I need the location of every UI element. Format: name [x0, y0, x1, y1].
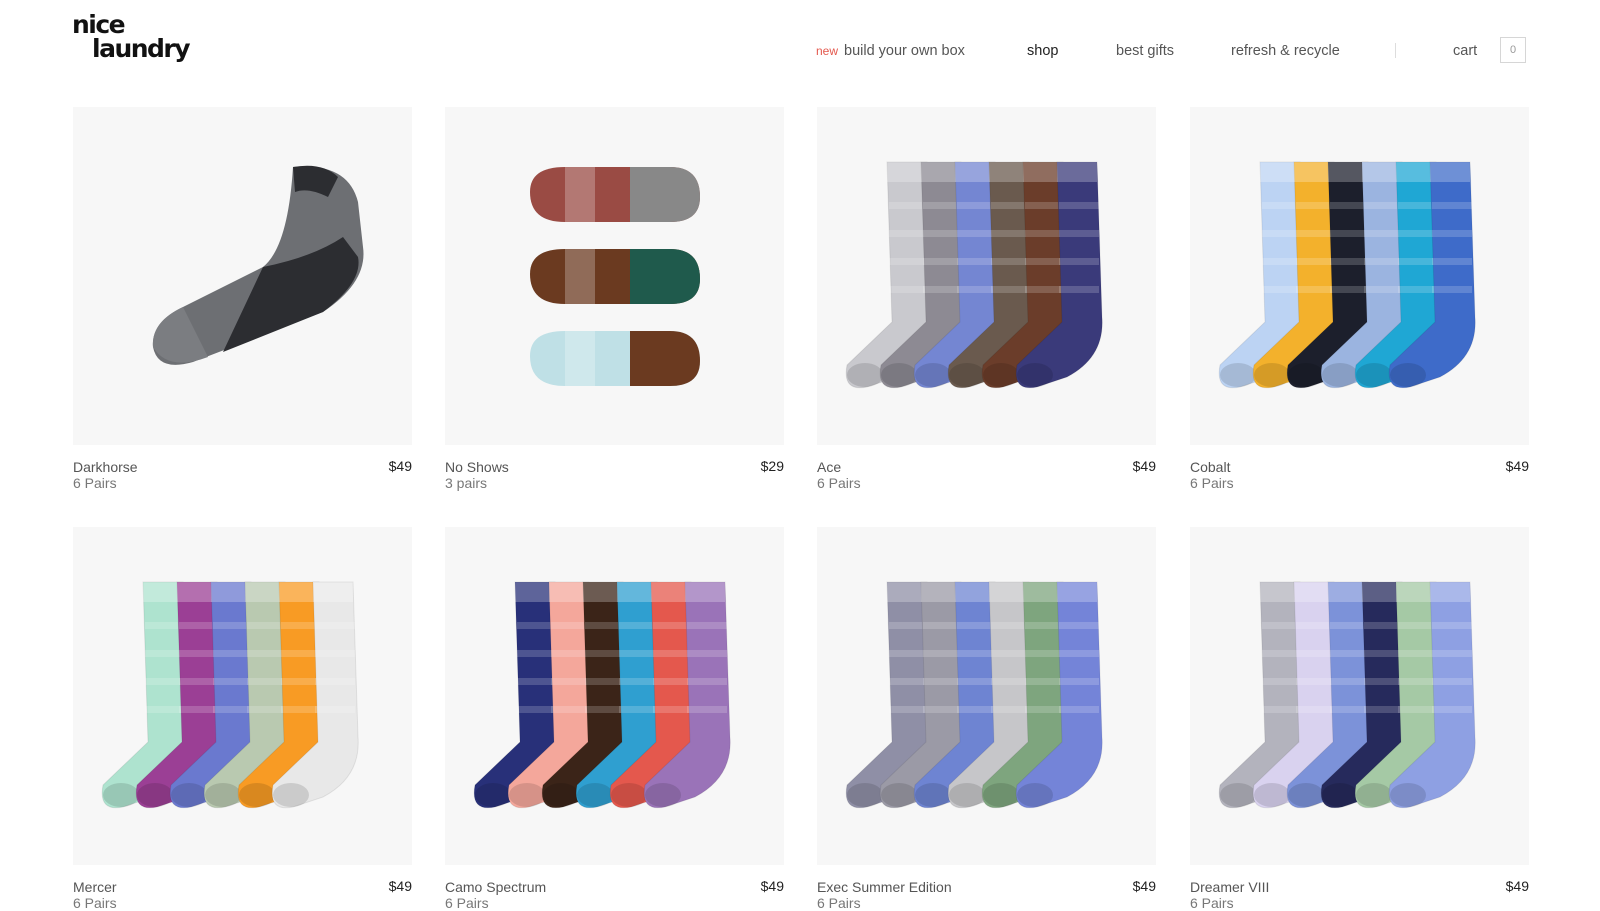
product-card[interactable]: Camo Spectrum 6 Pairs $49 [445, 527, 784, 911]
product-price: $49 [1505, 878, 1529, 894]
product-image[interactable] [1190, 107, 1529, 445]
product-price: $49 [388, 458, 412, 474]
product-card[interactable]: Dreamer VIII 6 Pairs $49 [1190, 527, 1529, 911]
product-name[interactable]: Ace [817, 459, 841, 475]
product-image[interactable] [73, 107, 412, 445]
product-name[interactable]: Exec Summer Edition [817, 879, 952, 895]
sock-illustration [845, 581, 1103, 809]
product-price: $49 [760, 878, 784, 894]
product-price: $29 [760, 458, 784, 474]
product-card[interactable]: Mercer 6 Pairs $49 [73, 527, 412, 911]
product-price: $49 [1132, 878, 1156, 894]
product-name[interactable]: No Shows [445, 459, 509, 475]
logo-line-2: laundry [92, 34, 191, 63]
product-name[interactable]: Mercer [73, 879, 117, 895]
brand-logo[interactable]: nice laundry [72, 12, 191, 63]
sock-illustration [845, 161, 1103, 389]
product-pairs: 6 Pairs [817, 895, 861, 911]
product-name[interactable]: Dreamer VIII [1190, 879, 1269, 895]
sock-shape [152, 165, 364, 365]
nav-build-box-label: build your own box [844, 43, 965, 59]
product-pairs: 6 Pairs [817, 475, 861, 491]
site-header: nice laundry new build your own box shop … [0, 0, 1600, 100]
sock-illustration [152, 165, 364, 365]
nav-build-your-own-box[interactable]: new build your own box [816, 41, 965, 61]
sock-shape [530, 331, 700, 386]
product-card[interactable]: Cobalt 6 Pairs $49 [1190, 107, 1529, 491]
product-pairs: 6 Pairs [73, 475, 117, 491]
product-image[interactable] [1190, 527, 1529, 865]
product-image[interactable] [445, 527, 784, 865]
product-pairs: 6 Pairs [1190, 475, 1234, 491]
product-image[interactable] [817, 107, 1156, 445]
new-badge: new [816, 44, 839, 58]
product-price: $49 [1505, 458, 1529, 474]
product-pairs: 6 Pairs [73, 895, 117, 911]
product-card[interactable]: Darkhorse 6 Pairs $49 [73, 107, 412, 491]
product-price: $49 [1132, 458, 1156, 474]
sock-illustration [473, 581, 731, 809]
sock-shape [530, 167, 700, 222]
product-image[interactable] [817, 527, 1156, 865]
sock-illustration [1218, 161, 1476, 389]
product-image[interactable] [73, 527, 412, 865]
nav-refresh-recycle[interactable]: refresh & recycle [1231, 41, 1340, 61]
sock-illustration [101, 581, 359, 809]
sock-shape [530, 249, 700, 304]
product-card[interactable]: No Shows 3 pairs $29 [445, 107, 784, 491]
sock-illustration [1218, 581, 1476, 809]
product-image[interactable] [445, 107, 784, 445]
product-card[interactable]: Exec Summer Edition 6 Pairs $49 [817, 527, 1156, 911]
product-price: $49 [388, 878, 412, 894]
product-name[interactable]: Darkhorse [73, 459, 138, 475]
nav-best-gifts[interactable]: best gifts [1116, 41, 1174, 61]
nav-divider [1395, 43, 1396, 58]
sock-illustration [530, 167, 700, 386]
product-name[interactable]: Cobalt [1190, 459, 1230, 475]
nav-shop[interactable]: shop [1027, 41, 1058, 61]
cart-count-badge[interactable]: 0 [1500, 37, 1526, 63]
nav-cart[interactable]: cart [1453, 41, 1477, 61]
product-pairs: 6 Pairs [1190, 895, 1234, 911]
product-pairs: 6 Pairs [445, 895, 489, 911]
product-pairs: 3 pairs [445, 475, 488, 491]
product-card[interactable]: Ace 6 Pairs $49 [817, 107, 1156, 491]
product-name[interactable]: Camo Spectrum [445, 879, 546, 895]
